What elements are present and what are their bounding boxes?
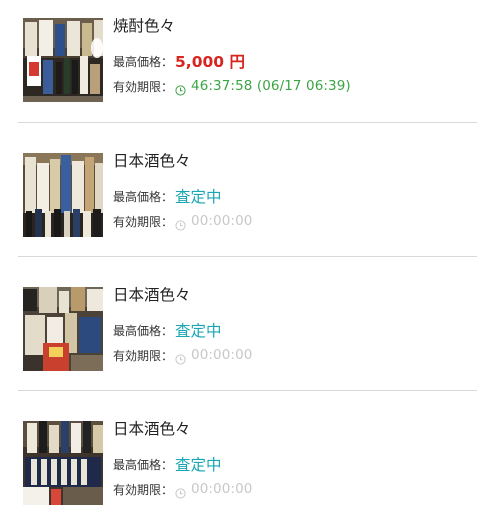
expire-label: 有効期限：	[113, 214, 174, 229]
item-info: 焼酎色々 最高価格： 5,000 円 有効期限： 46:37:58 (06/17…	[113, 16, 351, 96]
expire-label: 有効期限：	[113, 482, 174, 497]
expire-countdown: 00:00:00	[191, 213, 253, 229]
expire-countdown: 00:00:00	[191, 481, 253, 497]
item-info: 日本酒色々 最高価格： 査定中 有効期限： 00:00:00	[113, 151, 252, 231]
item-title[interactable]: 日本酒色々	[113, 151, 252, 171]
list-item[interactable]: 日本酒色々 最高価格： 査定中 有効期限： 00:00:00	[0, 123, 477, 257]
item-thumbnail[interactable]	[23, 153, 103, 237]
expire-row: 有効期限： 00:00:00	[113, 211, 252, 231]
price-row: 最高価格： 査定中	[113, 453, 252, 475]
clock-icon	[175, 350, 186, 365]
price-row: 最高価格： 5,000 円	[113, 50, 351, 72]
expire-row: 有効期限： 00:00:00	[113, 479, 252, 499]
price-label: 最高価格：	[113, 457, 174, 472]
expire-row: 有効期限： 46:37:58 (06/17 06:39)	[113, 76, 351, 96]
price-value: 査定中	[175, 322, 222, 340]
item-info: 日本酒色々 最高価格： 査定中 有効期限： 00:00:00	[113, 285, 252, 365]
price-value: 査定中	[175, 188, 222, 206]
item-title[interactable]: 日本酒色々	[113, 285, 252, 305]
price-row: 最高価格： 査定中	[113, 185, 252, 207]
price-value: 5,000 円	[175, 53, 245, 71]
clock-icon	[175, 216, 186, 231]
item-thumbnail[interactable]	[23, 18, 103, 102]
expire-countdown: 00:00:00	[191, 347, 253, 363]
price-value: 査定中	[175, 456, 222, 474]
expire-countdown: 46:37:58 (06/17 06:39)	[191, 78, 351, 94]
item-thumbnail[interactable]	[23, 287, 103, 371]
price-row: 最高価格： 査定中	[113, 319, 252, 341]
clock-icon	[175, 81, 186, 96]
price-label: 最高価格：	[113, 189, 174, 204]
item-thumbnail[interactable]	[23, 421, 103, 505]
list-item[interactable]: 日本酒色々 最高価格： 査定中 有効期限： 00:00:00	[0, 391, 477, 525]
price-label: 最高価格：	[113, 54, 174, 69]
auction-item-list: 焼酎色々 最高価格： 5,000 円 有効期限： 46:37:58 (06/17…	[0, 0, 477, 525]
item-title[interactable]: 日本酒色々	[113, 419, 252, 439]
item-title[interactable]: 焼酎色々	[113, 16, 351, 36]
expire-row: 有効期限： 00:00:00	[113, 345, 252, 365]
list-item[interactable]: 焼酎色々 最高価格： 5,000 円 有効期限： 46:37:58 (06/17…	[0, 0, 477, 123]
price-label: 最高価格：	[113, 323, 174, 338]
item-info: 日本酒色々 最高価格： 査定中 有効期限： 00:00:00	[113, 419, 252, 499]
expire-label: 有効期限：	[113, 79, 174, 94]
clock-icon	[175, 484, 186, 499]
expire-label: 有効期限：	[113, 348, 174, 363]
list-item[interactable]: 日本酒色々 最高価格： 査定中 有効期限： 00:00:00	[0, 257, 477, 391]
